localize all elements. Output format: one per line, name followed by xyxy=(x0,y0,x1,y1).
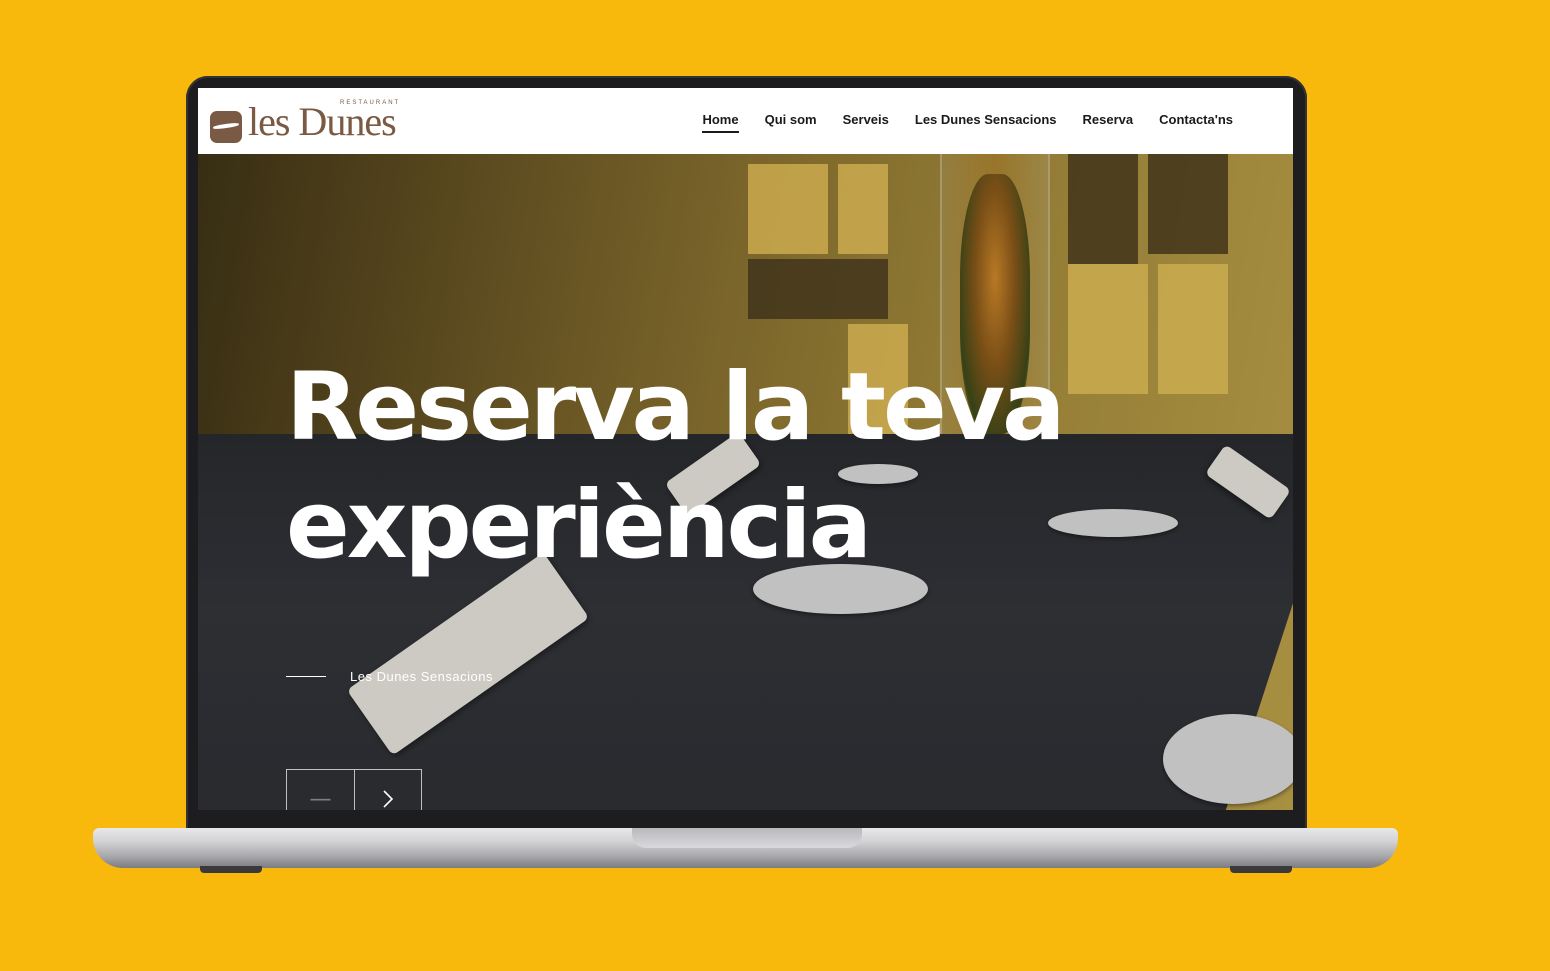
logo[interactable]: les Dunes RESTAURANT xyxy=(208,96,408,146)
browser-screen: les Dunes RESTAURANT Home Qui som Servei… xyxy=(198,88,1293,810)
site-header: les Dunes RESTAURANT Home Qui som Servei… xyxy=(198,88,1293,154)
slider-controls: — xyxy=(286,769,422,810)
hero-subtitle: Les Dunes Sensacions xyxy=(350,669,493,684)
hero-subtitle-row: Les Dunes Sensacions xyxy=(286,669,493,684)
hero-title-line2: experiència xyxy=(286,471,872,580)
hero-title-line1: Reserva la teva xyxy=(286,353,1065,462)
logo-text: les Dunes xyxy=(248,99,397,144)
laptop-foot xyxy=(200,866,262,873)
nav-qui-som[interactable]: Qui som xyxy=(765,112,817,131)
nav-les-dunes-sensacions[interactable]: Les Dunes Sensacions xyxy=(915,112,1057,131)
slider-next-button[interactable] xyxy=(354,769,422,810)
minus-icon: — xyxy=(309,786,332,811)
main-nav: Home Qui som Serveis Les Dunes Sensacion… xyxy=(702,112,1233,133)
nav-serveis[interactable]: Serveis xyxy=(843,112,889,131)
logo-mark-icon xyxy=(210,111,242,143)
hero-title: Reserva la teva experiència xyxy=(286,349,1086,585)
chevron-right-icon xyxy=(383,790,394,808)
subtitle-divider xyxy=(286,676,326,677)
nav-home[interactable]: Home xyxy=(702,112,739,133)
laptop-foot xyxy=(1230,866,1292,873)
logo-tagline: RESTAURANT xyxy=(340,100,401,106)
nav-reserva[interactable]: Reserva xyxy=(1083,112,1134,131)
laptop-notch xyxy=(632,828,862,848)
hero-section: Reserva la teva experiència Les Dunes Se… xyxy=(198,154,1293,810)
slider-prev-button[interactable]: — xyxy=(286,769,354,810)
nav-contactans[interactable]: Contacta'ns xyxy=(1159,112,1233,131)
